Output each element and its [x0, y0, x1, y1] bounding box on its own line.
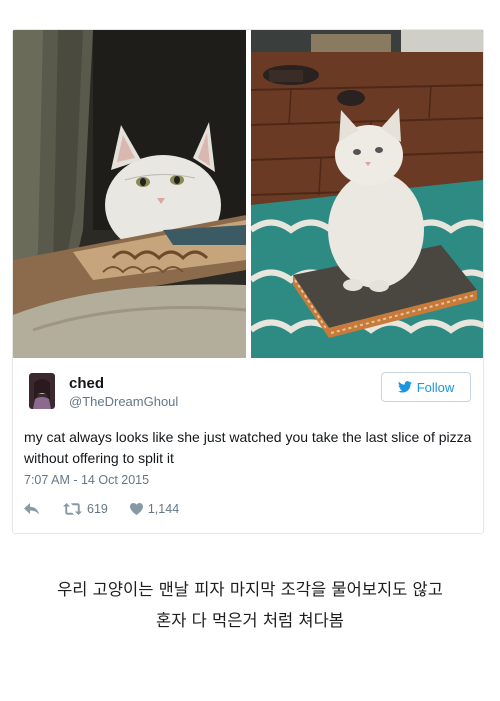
display-name[interactable]: ched [69, 375, 104, 392]
heart-icon [129, 503, 143, 515]
user-handle[interactable]: @TheDreamGhoul [69, 394, 178, 409]
follow-button[interactable]: Follow [381, 372, 471, 402]
retweet-button[interactable]: 619 [63, 502, 108, 516]
cat-photo-right[interactable] [251, 30, 483, 358]
cat-photo-left[interactable] [13, 30, 246, 358]
tweet-media[interactable] [13, 30, 483, 358]
avatar-icon [29, 373, 55, 409]
cat-photo-icon [13, 30, 246, 358]
caption-line-2: 혼자 다 먹은거 처럼 쳐다봄 [156, 611, 344, 630]
tweet-card: ched @TheDreamGhoul Follow my cat always… [12, 29, 484, 534]
like-count: 1,144 [147, 502, 180, 516]
cat-photo-icon [251, 30, 483, 358]
korean-caption: 우리 고양이는 맨날 피자 마지막 조각을 물어보지도 않고 혼자 다 먹은거 … [0, 574, 500, 636]
tweet-timestamp[interactable]: 7:07 AM - 14 Oct 2015 [24, 473, 149, 487]
retweet-count: 619 [87, 502, 108, 516]
twitter-bird-icon [397, 381, 412, 393]
reply-button[interactable] [24, 503, 39, 515]
tweet-actions: 619 1,144 [24, 500, 179, 518]
reply-icon [24, 503, 39, 515]
follow-label: Follow [416, 379, 455, 395]
caption-line-1: 우리 고양이는 맨날 피자 마지막 조각을 물어보지도 않고 [57, 580, 443, 599]
avatar[interactable] [29, 373, 55, 409]
retweet-icon [63, 503, 82, 515]
like-button[interactable]: 1,144 [129, 502, 180, 516]
tweet-text: my cat always looks like she just watche… [24, 429, 472, 466]
